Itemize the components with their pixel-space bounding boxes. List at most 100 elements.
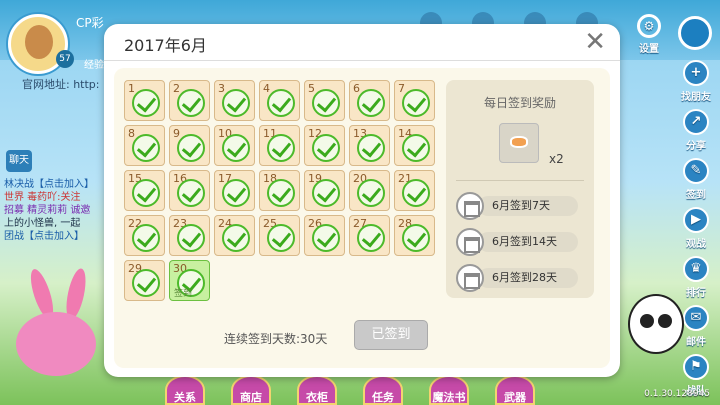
gift-icon <box>456 264 484 292</box>
version-text: 0.1.30.128945 <box>644 389 710 399</box>
checkmark-icon <box>402 89 430 117</box>
share-icon: ↗ <box>683 109 709 135</box>
panda-character <box>628 294 684 354</box>
relations-button[interactable]: 关系 <box>165 375 205 405</box>
mail-label: 邮件 <box>686 337 706 348</box>
calendar-day[interactable]: 13 <box>349 125 390 166</box>
checkmark-icon <box>177 89 205 117</box>
streak-text: 连续签到天数:30天 <box>224 332 328 346</box>
find-friends-button[interactable]: + 找朋友 <box>676 60 716 106</box>
gift-icon <box>456 192 484 220</box>
calendar-day[interactable]: 10 <box>214 125 255 166</box>
main-menu-button[interactable] <box>678 16 712 50</box>
checkmark-icon <box>402 179 430 207</box>
share-button[interactable]: ↗ 分享 <box>676 109 716 155</box>
gift-icon <box>456 228 484 256</box>
calendar-day[interactable]: 1 <box>124 80 165 121</box>
calendar-day[interactable]: 5 <box>304 80 345 121</box>
checkin-label: 签到 <box>686 190 706 201</box>
today-stamp: 签到 <box>174 289 193 299</box>
chat-line[interactable]: 团战【点击加入】 <box>4 230 114 243</box>
calendar-day[interactable]: 2 <box>169 80 210 121</box>
signed-in-button[interactable]: 已签到 <box>354 320 428 350</box>
day-number: 1 <box>128 82 135 95</box>
find-friends-label: 找朋友 <box>681 92 711 103</box>
checkmark-icon <box>312 224 340 252</box>
checkin-button[interactable]: ✎ 签到 <box>676 158 716 204</box>
magic-book-button[interactable]: 魔法书 <box>429 375 469 405</box>
mail-icon: ✉ <box>683 305 709 331</box>
reward-item-icon[interactable] <box>499 123 539 163</box>
wardrobe-button[interactable]: 衣柜 <box>297 375 337 405</box>
calendar-day[interactable]: 6 <box>349 80 390 121</box>
video-icon: ▶ <box>683 207 709 233</box>
day-number: 4 <box>263 82 270 95</box>
calendar-day[interactable]: 26 <box>304 215 345 256</box>
calendar-day[interactable]: 19 <box>304 170 345 211</box>
milestone-14-days[interactable]: 6月签到14天 <box>456 228 584 256</box>
calendar-day[interactable]: 30 签到 <box>169 260 210 301</box>
checkmark-icon <box>357 224 385 252</box>
calendar-day[interactable]: 22 <box>124 215 165 256</box>
checkmark-icon <box>267 224 295 252</box>
reward-quantity: x2 <box>549 152 564 166</box>
milestone-7-days[interactable]: 6月签到7天 <box>456 192 584 220</box>
spectate-button[interactable]: ▶ 观战 <box>676 207 716 253</box>
calendar-day[interactable]: 27 <box>349 215 390 256</box>
chat-log: 林决战【点击加入】 世界 毒药吖:关注 招募 精灵莉莉 诚邀 上的小怪兽, 一起… <box>4 178 114 243</box>
calendar-day[interactable]: 16 <box>169 170 210 211</box>
milestone-28-days[interactable]: 6月签到28天 <box>456 264 584 292</box>
share-label: 分享 <box>686 141 706 152</box>
calendar-day[interactable]: 15 <box>124 170 165 211</box>
calendar-day[interactable]: 29 <box>124 260 165 301</box>
bunny-character <box>10 266 110 378</box>
calendar-day[interactable]: 4 <box>259 80 300 121</box>
checkmark-icon <box>312 179 340 207</box>
calendar-day[interactable]: 24 <box>214 215 255 256</box>
day-number: 2 <box>173 82 180 95</box>
calendar-day[interactable]: 18 <box>259 170 300 211</box>
chat-line: 上的小怪兽, 一起 <box>4 218 81 229</box>
calendar-day[interactable]: 8 <box>124 125 165 166</box>
player-name: CP彩 <box>76 16 104 30</box>
weapons-button[interactable]: 武器 <box>495 375 535 405</box>
calendar-day[interactable]: 7 <box>394 80 435 121</box>
checkmark-icon <box>402 224 430 252</box>
reward-divider <box>456 180 584 181</box>
calendar-grid: 1 2 3 4 5 6 7 8 9 10 11 12 13 14 15 16 17 18 19 20 21 22 23 24 2… <box>124 80 435 301</box>
tasks-button[interactable]: 任务 <box>363 375 403 405</box>
shop-button[interactable]: 商店 <box>231 375 271 405</box>
calendar-day[interactable]: 3 <box>214 80 255 121</box>
calendar-day[interactable]: 12 <box>304 125 345 166</box>
checkmark-icon <box>357 134 385 162</box>
checkmark-icon <box>177 224 205 252</box>
checkmark-icon <box>132 224 160 252</box>
ranking-button[interactable]: ♛ 排行 <box>676 256 716 302</box>
calendar-day[interactable]: 9 <box>169 125 210 166</box>
chat-tab[interactable]: 聊天 <box>6 150 32 172</box>
right-side-menu: + 找朋友 ↗ 分享 ✎ 签到 ▶ 观战 ♛ 排行 ✉ 邮件 ⚑ 战队 <box>676 60 716 403</box>
spectate-label: 观战 <box>686 239 706 250</box>
chat-line: 招募 精灵莉莉 诚邀 <box>4 205 91 216</box>
calendar-day[interactable]: 20 <box>349 170 390 211</box>
dialog-title: 2017年6月 <box>124 36 207 55</box>
reward-panel: 每日签到奖励 x2 6月签到7天 6月签到14天 6月签到28天 <box>446 80 594 298</box>
close-icon[interactable]: ✕ <box>584 28 606 56</box>
calendar-day[interactable]: 14 <box>394 125 435 166</box>
calendar-day[interactable]: 21 <box>394 170 435 211</box>
calendar-day[interactable]: 11 <box>259 125 300 166</box>
calendar-day[interactable]: 28 <box>394 215 435 256</box>
calendar-day[interactable]: 17 <box>214 170 255 211</box>
checkmark-icon <box>267 179 295 207</box>
calendar-day[interactable]: 23 <box>169 215 210 256</box>
milestone-label: 6月签到28天 <box>478 268 578 288</box>
day-number: 7 <box>398 82 405 95</box>
gear-icon: ⚙ <box>637 14 661 38</box>
checkmark-icon <box>132 134 160 162</box>
calendar-day[interactable]: 25 <box>259 215 300 256</box>
add-friend-icon: + <box>683 60 709 86</box>
chat-line[interactable]: 林决战【点击加入】 <box>4 178 114 191</box>
settings-button[interactable]: ⚙ 设置 <box>634 14 664 55</box>
checkmark-icon <box>267 134 295 162</box>
milestone-label: 6月签到14天 <box>478 232 578 252</box>
